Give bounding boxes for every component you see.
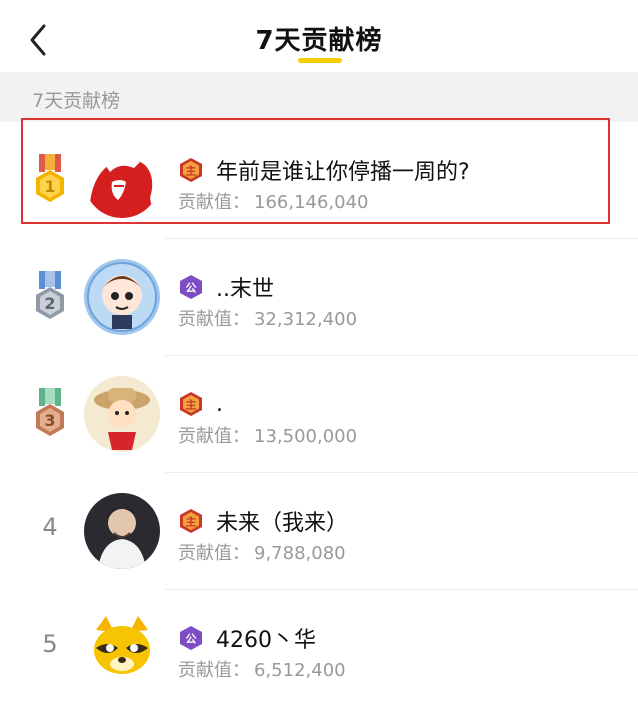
contribution-label: 贡献值： [178,660,250,681]
contribution-value: 32,312,400 [254,309,358,330]
contribution-value: 13,500,000 [254,426,358,447]
contribution: 贡献值： 13,500,000 [178,422,357,448]
name-line: 主 . [178,388,223,420]
svg-text:2: 2 [44,294,55,313]
contribution-label: 贡献值： [178,543,250,564]
badge-text: 主 [186,398,197,412]
guild-badge-icon: 公 [180,275,202,299]
avatar[interactable] [84,259,160,335]
guild-badge-icon: 公 [180,626,202,650]
user-name[interactable]: 4260丶华 [216,622,316,654]
rank-number: 4 [42,513,58,541]
avatar[interactable] [84,493,160,569]
section-label: 7天贡献榜 [32,90,121,112]
list-item[interactable]: 3 主 . 贡献值： 13,500,000 [0,356,638,473]
contribution-value: 9,788,080 [254,543,346,564]
silver-medal-icon: 2 [36,271,64,319]
list-item[interactable]: 4 主 未来（我来） 贡献值： 9,788,080 [0,473,638,590]
tab-indicator [298,58,342,63]
user-name[interactable]: ..末世 [216,271,274,303]
contribution-label: 贡献值： [178,309,250,330]
list-item[interactable]: 2 公 ..末世 贡献值： 32,312,400 [0,239,638,356]
name-line: 公 ..末世 [178,271,274,303]
contribution-label: 贡献值： [178,426,250,447]
badge-text: 主 [186,515,197,529]
user-name[interactable]: . [216,392,223,417]
host-badge-icon: 主 [180,509,202,533]
contribution: 贡献值： 9,788,080 [178,539,346,565]
header: 7天贡献榜 [0,0,638,72]
page-title: 7天贡献榜 [255,26,383,56]
avatar[interactable] [84,376,160,452]
section-header: 7天贡献榜 [0,72,638,122]
host-badge-icon: 主 [180,392,202,416]
user-name[interactable]: 未来（我来） [216,505,348,537]
bronze-medal-icon: 3 [36,388,64,436]
rank-number: 5 [42,630,58,658]
avatar[interactable] [84,610,160,686]
name-line: 公 4260丶华 [178,622,316,654]
badge-text: 公 [186,633,197,646]
badge-text: 公 [186,282,197,295]
list-item[interactable]: 5 公 4260丶华 贡献值： 6,512,400 [0,590,638,707]
contribution: 贡献值： 6,512,400 [178,656,346,682]
name-line: 主 未来（我来） [178,505,348,537]
contribution: 贡献值： 32,312,400 [178,305,357,331]
highlight-box [21,118,610,224]
svg-text:3: 3 [44,411,55,430]
contribution-value: 6,512,400 [254,660,346,681]
